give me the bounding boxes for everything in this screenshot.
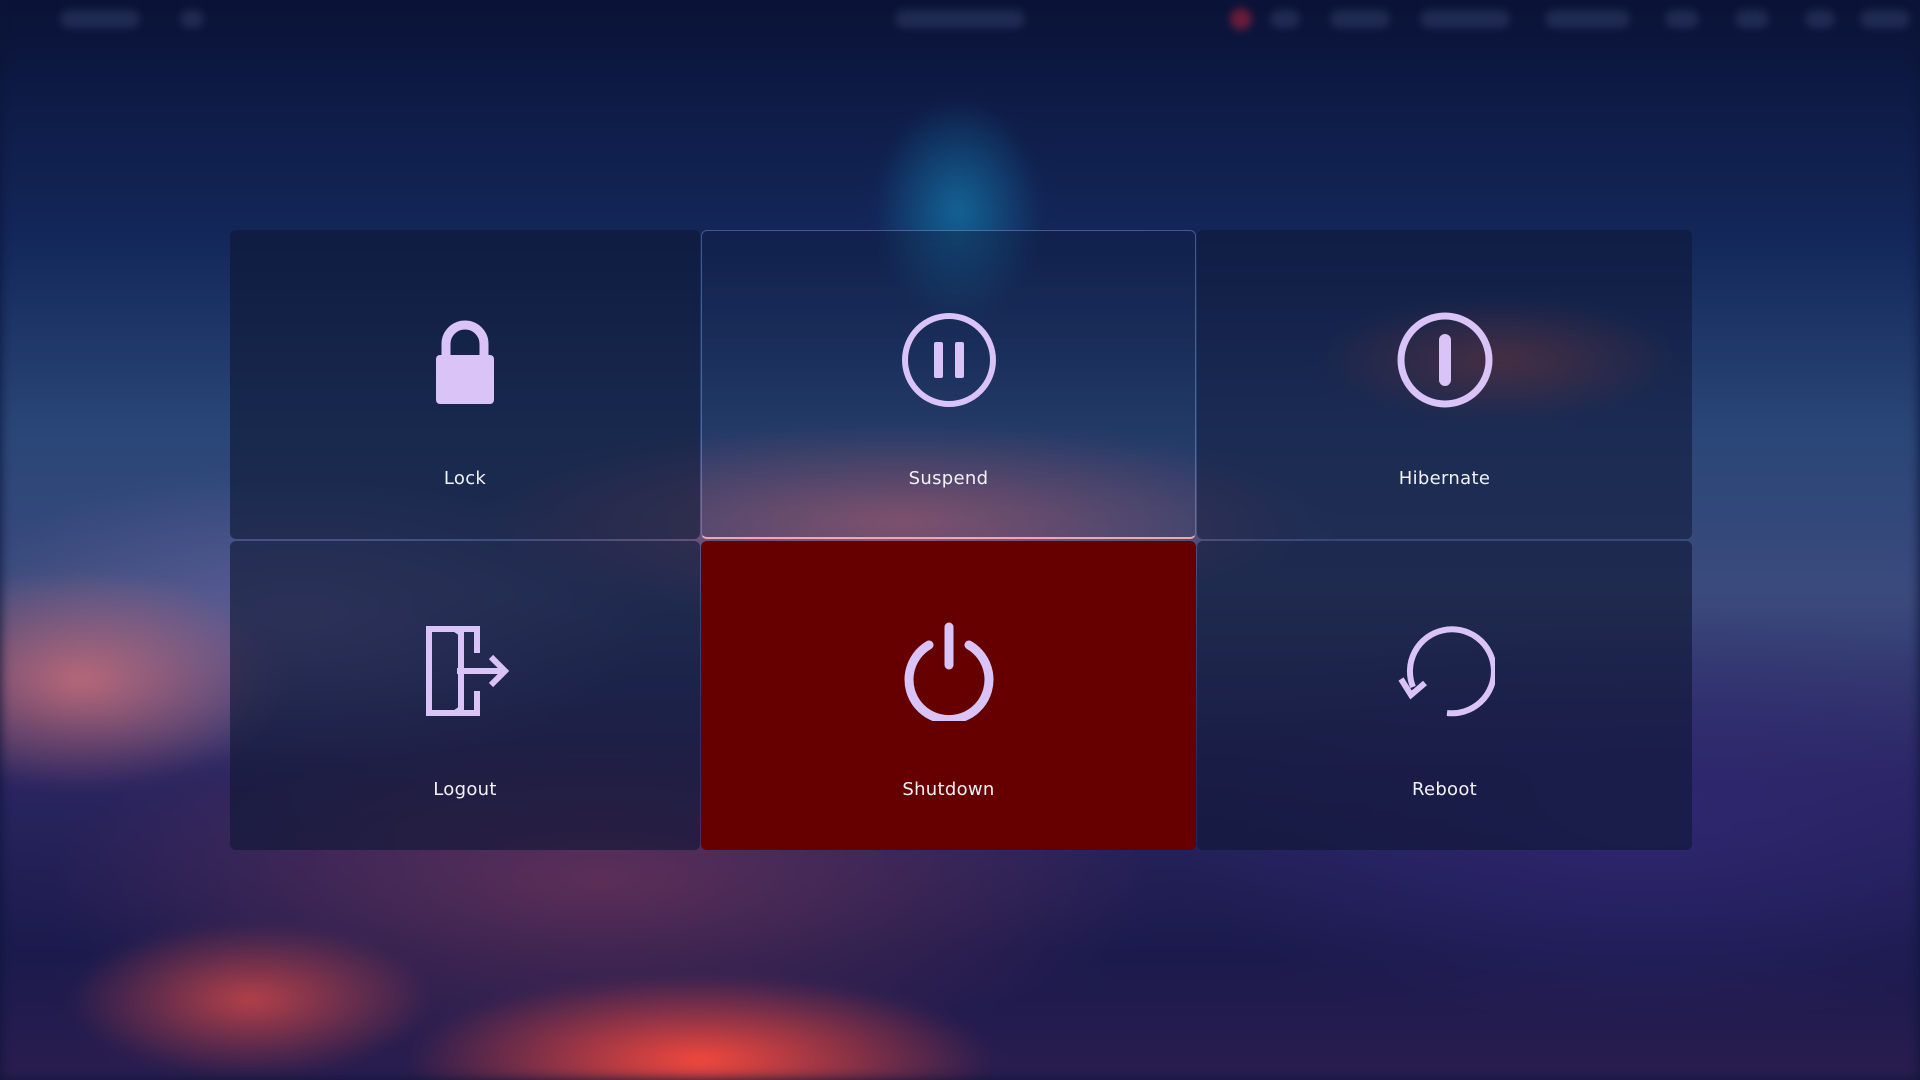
topbar-blurred-indicator <box>1230 8 1252 30</box>
topbar-blurred-item <box>180 10 204 28</box>
lock-label: Lock <box>443 468 487 489</box>
pause-circle-icon <box>901 312 996 407</box>
blurred-top-bar <box>0 0 1920 40</box>
topbar-blurred-item <box>60 10 140 28</box>
suspend-button[interactable]: Suspend <box>701 230 1196 539</box>
suspend-label: Suspend <box>908 467 989 489</box>
topbar-blurred-item <box>1735 10 1769 28</box>
logout-label: Logout <box>433 779 497 800</box>
shutdown-button[interactable]: Shutdown <box>701 541 1196 850</box>
hibernate-label: Hibernate <box>1398 468 1491 489</box>
reboot-label: Reboot <box>1411 779 1478 800</box>
lock-icon <box>436 320 494 404</box>
power-menu-grid: Lock Suspend Hibernate Logout Shutdown R… <box>230 230 1692 850</box>
topbar-blurred-item <box>1665 10 1699 28</box>
logout-button[interactable]: Logout <box>230 541 700 850</box>
reboot-icon <box>1397 626 1495 717</box>
topbar-blurred-item <box>1420 10 1510 28</box>
topbar-blurred-item <box>895 10 1025 28</box>
topbar-blurred-item <box>1860 10 1910 28</box>
logout-icon <box>426 626 510 716</box>
reboot-button[interactable]: Reboot <box>1197 541 1692 850</box>
topbar-blurred-item <box>1545 10 1630 28</box>
session-screen: Lock Suspend Hibernate Logout Shutdown R… <box>0 0 1920 1080</box>
shutdown-label: Shutdown <box>902 779 995 800</box>
lock-button[interactable]: Lock <box>230 230 700 539</box>
topbar-blurred-item <box>1270 10 1300 28</box>
hibernate-icon <box>1397 312 1492 408</box>
topbar-blurred-item <box>1805 10 1835 28</box>
topbar-blurred-item <box>1330 10 1390 28</box>
power-icon <box>904 622 993 721</box>
hibernate-button[interactable]: Hibernate <box>1197 230 1692 539</box>
